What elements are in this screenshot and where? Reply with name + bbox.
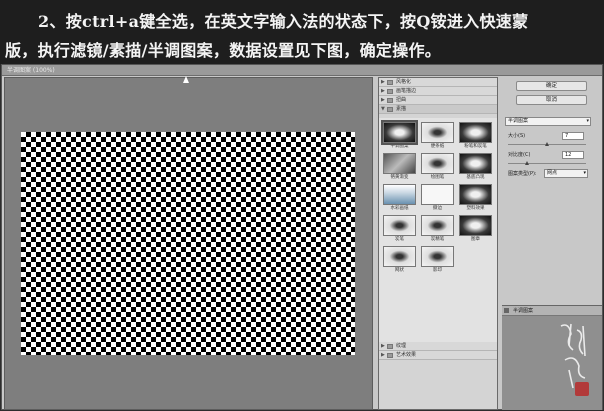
- filter-thumbnail[interactable]: 基底凸现: [459, 153, 492, 182]
- filter-category-label: 扭曲: [396, 97, 407, 103]
- red-seal-icon: [575, 382, 589, 396]
- filter-category-label: 纹理: [396, 343, 407, 349]
- filter-category-label: 画笔描边: [396, 88, 417, 94]
- size-slider[interactable]: [508, 142, 586, 146]
- filter-category-label: 素描: [396, 106, 407, 112]
- filter-thumbnail-image: [383, 184, 416, 205]
- eye-icon[interactable]: [504, 308, 509, 313]
- filter-thumbnail-label: 影印: [433, 268, 442, 273]
- filter-thumbnail[interactable]: 网状: [383, 246, 416, 275]
- filter-gallery-panel: ▶ 风格化 ▶ 画笔描边 ▶ 扭曲 ▼ 素描 半调图案 便条纸 粉笔和炭笔铬黄渐变 绘图笔 基底凸现水…: [378, 77, 498, 410]
- size-label: 大小(S): [508, 133, 526, 139]
- effect-layer-label: 半调图案: [513, 308, 534, 314]
- effect-layer-row[interactable]: 半调图案: [502, 306, 602, 316]
- filter-thumbnail-label: 基底凸现: [466, 175, 485, 180]
- preview-area[interactable]: [4, 77, 373, 410]
- filter-thumbnail-image: [459, 215, 492, 236]
- filter-thumbnail-image: [459, 184, 492, 205]
- expand-right-icon[interactable]: ▶: [381, 88, 385, 95]
- halftone-preview-image: [21, 132, 355, 355]
- filter-thumbnail[interactable]: 半调图案: [381, 120, 418, 151]
- folder-icon: [387, 98, 393, 103]
- filter-thumbnail-image: [381, 120, 418, 145]
- filter-thumbnail[interactable]: 水彩画纸: [383, 184, 416, 213]
- pattern-type-label: 图案类型(P):: [508, 171, 537, 177]
- filter-thumbnail[interactable]: 便条纸: [421, 122, 454, 151]
- filter-gallery-window: 半调图案 (100%) ▶ 风格化 ▶ 画笔描边 ▶ 扭曲 ▼ 素描 半调图案 便条纸 粉笔和炭笔…: [1, 64, 603, 410]
- chevron-down-icon: ▾: [583, 170, 586, 176]
- filter-thumbnail[interactable]: 撕边: [421, 184, 454, 213]
- calligraphy-signature: [555, 320, 595, 400]
- folder-icon: [387, 107, 393, 112]
- filter-category[interactable]: ▶ 风格化: [379, 78, 497, 87]
- filter-thumbnail-image: [459, 122, 492, 143]
- filter-thumbnail-label: 撕边: [433, 206, 442, 211]
- filter-thumbnail-label: 铬黄渐变: [390, 175, 409, 180]
- contrast-label: 对比度(C): [508, 152, 531, 158]
- window-titlebar[interactable]: 半调图案 (100%): [2, 65, 602, 76]
- filter-thumbnail-label: 便条纸: [430, 144, 445, 149]
- chevron-down-icon: ▾: [586, 118, 589, 124]
- filter-thumbnail-label: 粉笔和炭笔: [464, 144, 487, 149]
- size-input[interactable]: 7: [562, 132, 584, 140]
- sketch-filter-thumbnails: 半调图案 便条纸 粉笔和炭笔铬黄渐变 绘图笔 基底凸现水彩画纸 撕边 塑料效果炭笔 炭精笔 图章…: [379, 118, 497, 342]
- filter-thumbnail[interactable]: 塑料效果: [459, 184, 492, 213]
- filter-category-label: 艺术效果: [396, 352, 417, 358]
- filter-thumbnail-image: [459, 153, 492, 174]
- instruction-line-1: 2、按ctrl+a键全选，在英文字输入法的状态下，按Q铵进入快速蒙: [38, 12, 529, 31]
- filter-thumbnail-label: 半调图案: [390, 144, 409, 149]
- filter-thumbnail-image: [383, 153, 416, 174]
- filter-category[interactable]: ▶ 扭曲: [379, 96, 497, 105]
- contrast-input[interactable]: 12: [562, 151, 584, 159]
- contrast-slider-handle[interactable]: [524, 161, 529, 165]
- filter-thumbnail-label: 水彩画纸: [390, 206, 409, 211]
- expand-right-icon[interactable]: ▶: [381, 79, 385, 86]
- window-title: 半调图案 (100%): [7, 67, 55, 74]
- expand-right-icon[interactable]: ▶: [381, 97, 385, 104]
- filter-thumbnail[interactable]: 炭精笔: [421, 215, 454, 244]
- filter-thumbnail[interactable]: 影印: [421, 246, 454, 275]
- instruction-banner: 2、按ctrl+a键全选，在英文字输入法的状态下，按Q铵进入快速蒙 版，执行滤镜…: [0, 0, 604, 64]
- folder-icon: [387, 344, 393, 349]
- filter-thumbnail-image: [421, 184, 454, 205]
- expand-right-icon[interactable]: ▶: [381, 352, 385, 359]
- filter-thumbnail-image: [421, 215, 454, 236]
- filter-thumbnail[interactable]: 炭笔: [383, 215, 416, 244]
- filter-thumbnail-image: [383, 215, 416, 236]
- folder-icon: [387, 353, 393, 358]
- filter-select-value: 半调图案: [508, 118, 529, 124]
- filter-select[interactable]: 半调图案 ▾: [505, 117, 591, 126]
- pattern-type-value: 网点: [547, 170, 558, 176]
- filter-category[interactable]: ▶ 画笔描边: [379, 87, 497, 96]
- filter-category[interactable]: ▶ 纹理: [379, 342, 497, 351]
- filter-category[interactable]: ▶ 艺术效果: [379, 351, 497, 360]
- folder-icon: [387, 80, 393, 85]
- filter-thumbnail-label: 网状: [395, 268, 404, 273]
- filter-thumbnail-label: 图章: [471, 237, 480, 242]
- mouse-cursor-icon: [183, 76, 189, 83]
- filter-thumbnail-label: 塑料效果: [466, 206, 485, 211]
- filter-thumbnail-label: 炭笔: [395, 237, 404, 242]
- pattern-type-select[interactable]: 网点 ▾: [544, 169, 588, 178]
- instruction-line-2: 版，执行滤镜/素描/半调图案，数据设置见下图，确定操作。: [5, 41, 442, 60]
- expand-right-icon[interactable]: ▶: [381, 343, 385, 350]
- filter-thumbnail[interactable]: 粉笔和炭笔: [459, 122, 492, 151]
- filter-thumbnail-image: [383, 246, 416, 267]
- filter-thumbnail-label: 炭精笔: [430, 237, 445, 242]
- size-slider-handle[interactable]: [545, 142, 549, 146]
- filter-category[interactable]: ▼ 素描: [379, 105, 497, 114]
- expand-down-icon[interactable]: ▼: [381, 106, 385, 113]
- filter-thumbnail-label: 绘图笔: [430, 175, 445, 180]
- ok-button[interactable]: 确定: [516, 81, 587, 91]
- filter-thumbnail[interactable]: 绘图笔: [421, 153, 454, 182]
- contrast-slider[interactable]: [508, 161, 586, 165]
- filter-thumbnail-image: [421, 246, 454, 267]
- filter-thumbnail-image: [421, 122, 454, 143]
- cancel-button[interactable]: 取消: [516, 95, 587, 105]
- filter-thumbnail-image: [421, 153, 454, 174]
- filter-thumbnail[interactable]: 铬黄渐变: [383, 153, 416, 182]
- folder-icon: [387, 89, 393, 94]
- filter-thumbnail[interactable]: 图章: [459, 215, 492, 244]
- filter-category-label: 风格化: [396, 79, 412, 85]
